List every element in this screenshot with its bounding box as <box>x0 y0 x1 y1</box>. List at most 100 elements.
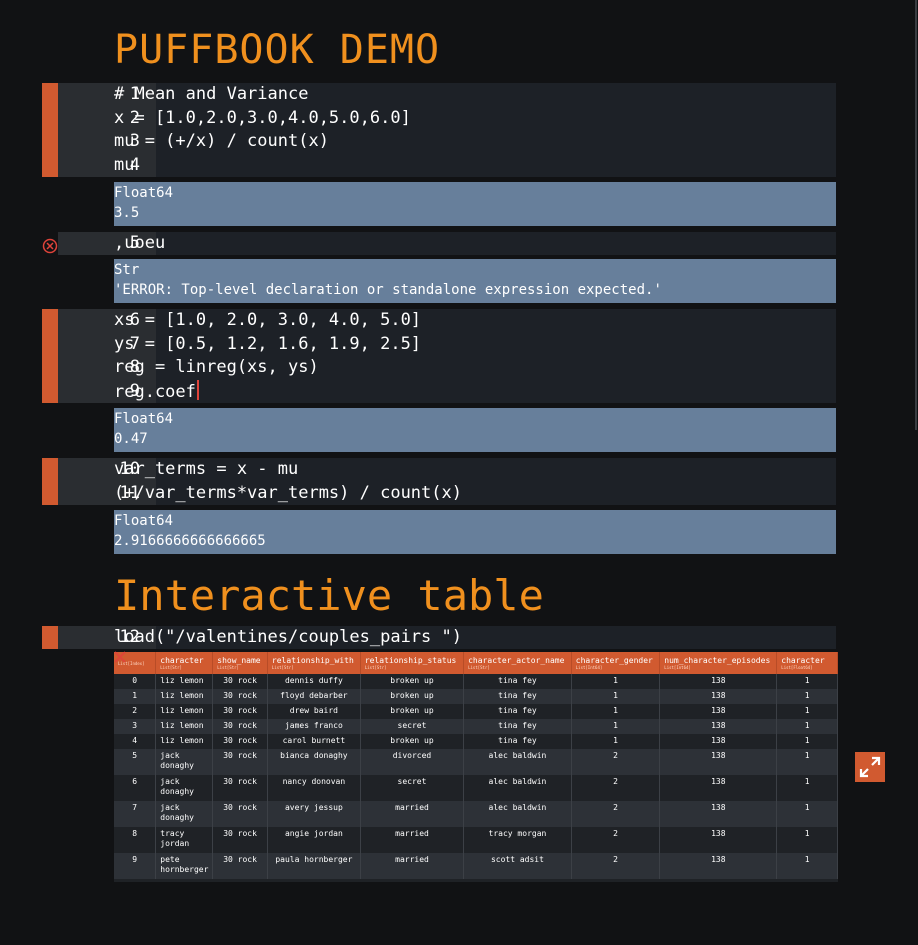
table-cell: avery jessup <box>267 801 361 827</box>
table-row[interactable]: 6 jack donaghy 30 rock nancy donovan secret a… <box>114 775 838 801</box>
table-cell: 2 <box>114 704 157 719</box>
table-cell: 138 <box>659 734 778 749</box>
code-cell-5[interactable]: 12 load("/valentines/couples_pairs ") <box>42 626 836 649</box>
table-cell: married <box>360 801 465 827</box>
table-cell: 1 <box>776 734 838 749</box>
table-cell: liz lemon <box>155 719 214 734</box>
table-cell: married <box>360 827 465 853</box>
code-line[interactable]: (+/var_terms*var_terms) / count(x) <box>114 482 462 506</box>
cell-run-bar[interactable] <box>42 83 58 177</box>
column-header-show-name[interactable]: show_name List[Str] <box>212 652 268 674</box>
table-cell: paula hornberger <box>267 853 361 879</box>
code-line[interactable]: var_terms = x - mu <box>114 458 298 482</box>
table-cell: 138 <box>659 674 778 689</box>
code-cell-4[interactable]: 10 var_terms = x - mu 11 (+/var_terms*va… <box>42 458 836 505</box>
table-row[interactable]: 7 jack donaghy 30 rock avery jessup married a… <box>114 801 838 827</box>
table-cell: 1 <box>776 719 838 734</box>
table-cell: 30 rock <box>212 674 268 689</box>
error-circle-icon <box>42 238 58 254</box>
table-cell: broken up <box>360 689 465 704</box>
close-x-icon[interactable] <box>114 651 126 663</box>
code-line[interactable]: xs = [1.0, 2.0, 3.0, 4.0, 5.0] <box>114 309 421 333</box>
column-header-character-actor-name[interactable]: character_actor_name List[Str] <box>463 652 572 674</box>
cell-run-bar[interactable] <box>42 458 58 505</box>
table-cell: secret <box>360 719 465 734</box>
output-value: 'ERROR: Top-level declaration or standal… <box>114 282 662 298</box>
code-cell-1[interactable]: 1 # Mean and Variance 2 x = [1.0,2.0,3.0… <box>42 83 836 177</box>
code-cell-3[interactable]: 6 xs = [1.0, 2.0, 3.0, 4.0, 5.0] 7 ys = … <box>42 309 836 403</box>
table-row[interactable]: 0 liz lemon 30 rock dennis duffy broken up ti… <box>114 674 838 689</box>
table-cell: liz lemon <box>155 674 214 689</box>
code-line[interactable]: mu <box>114 154 134 178</box>
window-edge <box>915 0 917 430</box>
table-cell: 138 <box>659 719 778 734</box>
code-line[interactable]: reg = linreg(xs, ys) <box>114 356 319 380</box>
section-title: Interactive table <box>114 571 544 620</box>
column-name: character <box>160 656 204 665</box>
table-cell: 138 <box>659 853 778 879</box>
table-cell: 1 <box>776 827 838 853</box>
code-line-text[interactable]: reg.coef <box>114 382 196 402</box>
table-cell: tina fey <box>463 674 572 689</box>
data-table[interactable]: List[Index] character List[Str] show_name… <box>114 652 838 879</box>
column-header-relationship-status[interactable]: relationship_status List[Str] <box>360 652 465 674</box>
table-cell: bianca donaghy <box>267 749 361 775</box>
code-cell-2[interactable]: 5 ,uoeu <box>42 232 836 255</box>
cell-output-4: Float64 2.9166666666666665 <box>114 510 836 554</box>
column-type: List[Float64] <box>781 665 813 670</box>
table-cell: 9 <box>114 853 157 879</box>
code-line[interactable]: # Mean and Variance <box>114 83 308 107</box>
column-type: List[Str] <box>468 665 490 670</box>
interactive-table[interactable]: List[Index] character List[Str] show_name… <box>114 652 838 882</box>
output-value: 3.5 <box>114 205 140 221</box>
cell-run-bar[interactable] <box>42 626 58 649</box>
table-row[interactable]: 5 jack donaghy 30 rock bianca donaghy divorc… <box>114 749 838 775</box>
table-cell: jack donaghy <box>155 801 214 827</box>
cell-run-bar[interactable] <box>42 309 58 403</box>
code-line[interactable]: ys = [0.5, 1.2, 1.6, 1.9, 2.5] <box>114 333 421 357</box>
table-cell: tina fey <box>463 734 572 749</box>
table-row[interactable]: 2 liz lemon 30 rock drew baird broken up tina… <box>114 704 838 719</box>
column-header-num-character-episodes[interactable]: num_character_episodes List[Int64] <box>659 652 778 674</box>
code-line[interactable]: reg.coef <box>114 379 199 405</box>
column-header-character-gender[interactable]: character_gender List[Int64] <box>571 652 661 674</box>
table-cell: liz lemon <box>155 689 214 704</box>
table-cell: 30 rock <box>212 775 268 801</box>
table-cell: 4 <box>114 734 157 749</box>
table-cell: 3 <box>114 719 157 734</box>
table-cell: 2 <box>571 775 661 801</box>
code-editor[interactable] <box>156 232 836 255</box>
table-row[interactable]: 1 liz lemon 30 rock floyd debarber broken up… <box>114 689 838 704</box>
table-cell: 5 <box>114 749 157 775</box>
expand-button[interactable] <box>855 752 885 782</box>
table-cell: broken up <box>360 734 465 749</box>
column-header-character[interactable]: character List[Str] <box>155 652 214 674</box>
table-cell: james franco <box>267 719 361 734</box>
table-cell: divorced <box>360 749 465 775</box>
table-cell: 138 <box>659 749 778 775</box>
table-row[interactable]: 4 liz lemon 30 rock carol burnett broken up t… <box>114 734 838 749</box>
table-cell: 1 <box>776 689 838 704</box>
code-line[interactable]: x = [1.0,2.0,3.0,4.0,5.0,6.0] <box>114 107 411 131</box>
table-row[interactable]: 9 pete hornberger 30 rock paula hornberger m… <box>114 853 838 879</box>
table-cell: 30 rock <box>212 689 268 704</box>
table-cell: angie jordan <box>267 827 361 853</box>
table-cell: 1 <box>776 674 838 689</box>
table-row[interactable]: 8 tracy jordan 30 rock angie jordan married t… <box>114 827 838 853</box>
table-cell: dennis duffy <box>267 674 361 689</box>
table-cell: 30 rock <box>212 801 268 827</box>
table-cell: 138 <box>659 689 778 704</box>
table-cell: 1 <box>571 734 661 749</box>
code-line[interactable]: mu = (+/x) / count(x) <box>114 130 329 154</box>
code-line[interactable]: load("/valentines/couples_pairs ") <box>114 626 462 650</box>
column-header-relationship-with[interactable]: relationship_with List[Str] <box>267 652 361 674</box>
column-name: num_character_episodes <box>664 656 771 665</box>
column-type: List[Str] <box>217 665 239 670</box>
code-line[interactable]: ,uoeu <box>114 232 165 256</box>
table-row[interactable]: 3 liz lemon 30 rock james franco secret tina … <box>114 719 838 734</box>
column-header-character-extra[interactable]: character List[Float64] <box>776 652 838 674</box>
table-cell: liz lemon <box>155 734 214 749</box>
column-type: List[Str] <box>271 665 294 670</box>
table-cell: 6 <box>114 775 157 801</box>
output-value: 0.47 <box>114 431 148 447</box>
